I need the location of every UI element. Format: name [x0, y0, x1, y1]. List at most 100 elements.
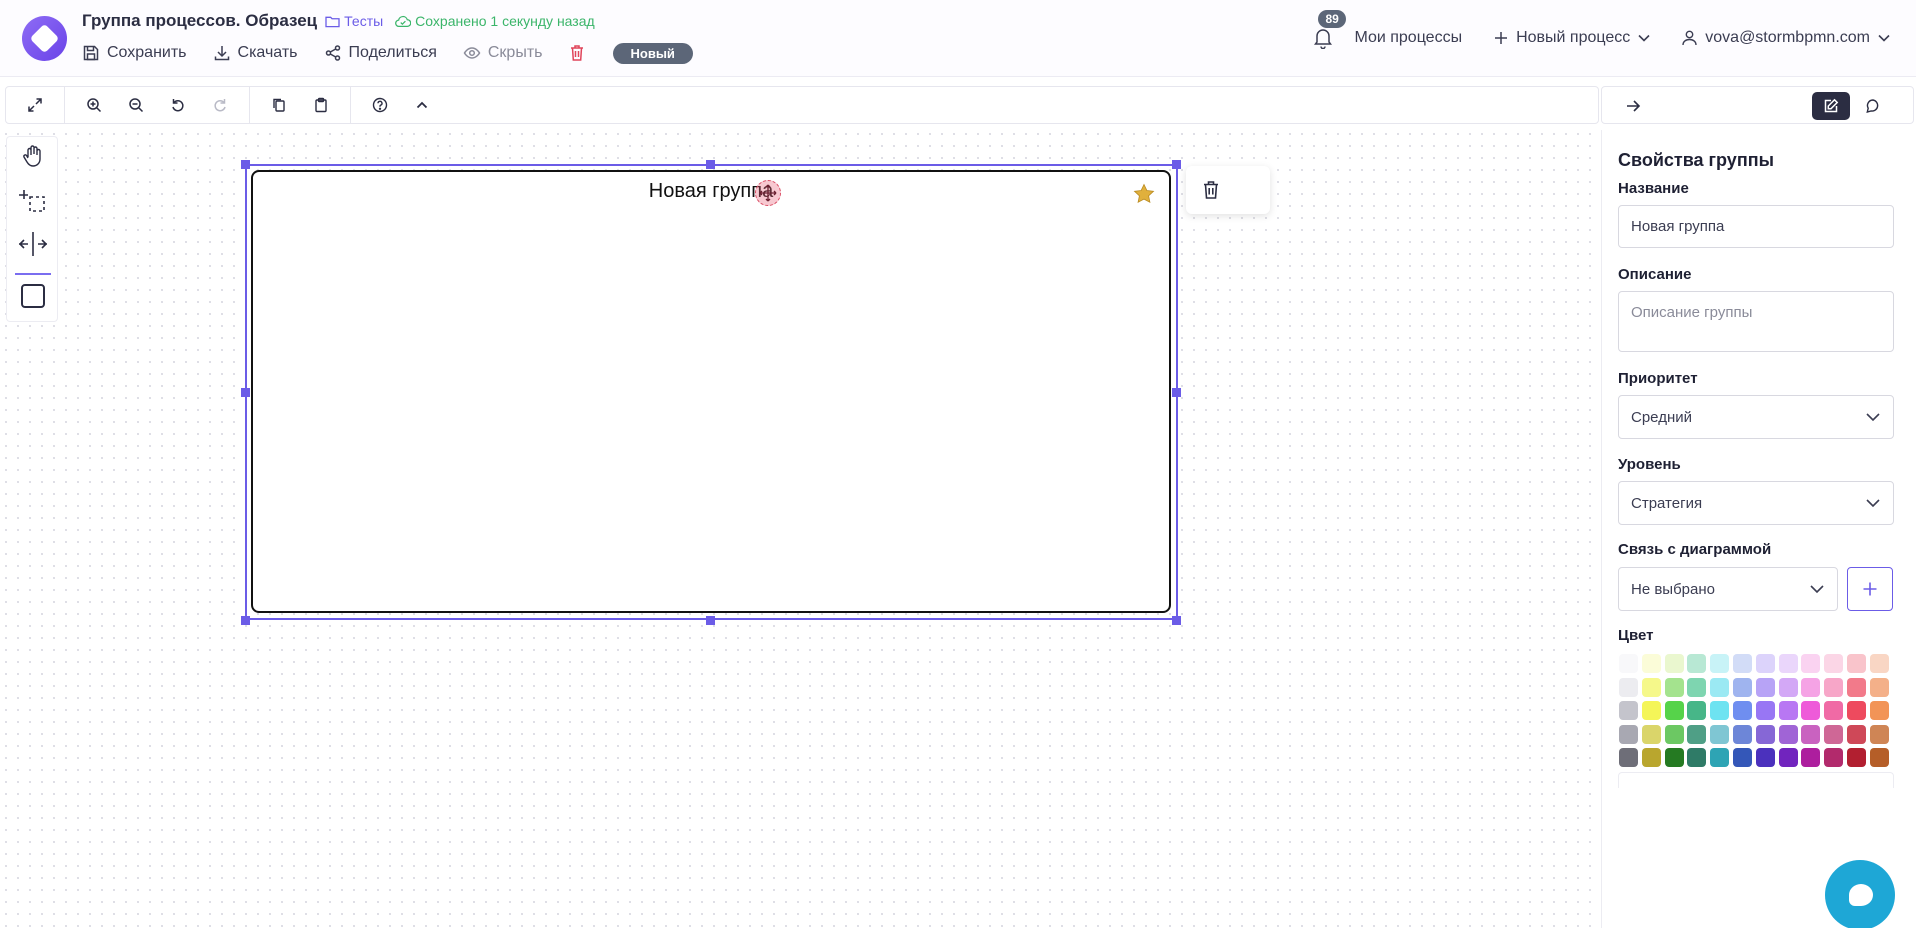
color-swatch[interactable]: [1801, 748, 1821, 768]
create-group-tool[interactable]: [18, 281, 48, 311]
color-swatch[interactable]: [1641, 724, 1661, 744]
color-swatch[interactable]: [1778, 701, 1798, 721]
color-swatch[interactable]: [1869, 701, 1889, 721]
color-swatch[interactable]: [1778, 677, 1798, 697]
paste-button[interactable]: [308, 92, 334, 118]
level-select[interactable]: Стратегия: [1618, 481, 1894, 525]
color-swatch[interactable]: [1755, 677, 1775, 697]
save-button[interactable]: Сохранить: [82, 44, 187, 62]
color-swatch[interactable]: [1824, 654, 1844, 673]
document-title[interactable]: Группа процессов. Образец: [82, 11, 317, 31]
color-swatch[interactable]: [1824, 748, 1844, 768]
color-swatch[interactable]: [1755, 748, 1775, 768]
color-swatch[interactable]: [1778, 748, 1798, 768]
custom-color-field[interactable]: [1618, 772, 1894, 788]
color-swatch[interactable]: [1755, 724, 1775, 744]
hide-button[interactable]: Скрыть: [463, 44, 543, 62]
color-swatch[interactable]: [1619, 677, 1638, 697]
delete-document-button[interactable]: [569, 44, 585, 62]
color-swatch[interactable]: [1687, 748, 1707, 768]
notifications-button[interactable]: 89: [1310, 10, 1346, 51]
diagram-link-select[interactable]: Не выбрано: [1618, 567, 1838, 611]
help-button[interactable]: [367, 92, 393, 118]
color-swatch[interactable]: [1732, 677, 1752, 697]
collapse-button[interactable]: [409, 92, 435, 118]
color-swatch[interactable]: [1641, 748, 1661, 768]
resize-handle[interactable]: [1172, 388, 1181, 397]
color-swatch[interactable]: [1710, 654, 1730, 673]
color-swatch[interactable]: [1619, 748, 1638, 768]
zoom-in-button[interactable]: [81, 92, 107, 118]
color-swatch[interactable]: [1755, 701, 1775, 721]
color-swatch[interactable]: [1687, 724, 1707, 744]
color-swatch[interactable]: [1619, 701, 1638, 721]
color-swatch[interactable]: [1619, 724, 1638, 744]
name-input[interactable]: [1618, 205, 1894, 248]
color-swatch[interactable]: [1641, 654, 1661, 673]
color-swatch[interactable]: [1846, 748, 1866, 768]
color-swatch[interactable]: [1664, 654, 1684, 673]
user-menu[interactable]: vova@stormbpmn.com: [1682, 29, 1890, 47]
close-panel-button[interactable]: [1620, 93, 1646, 119]
color-swatch[interactable]: [1824, 724, 1844, 744]
star-icon[interactable]: [1133, 183, 1155, 209]
description-input[interactable]: [1618, 291, 1894, 352]
resize-handle[interactable]: [241, 388, 250, 397]
support-chat-button[interactable]: [1825, 860, 1895, 928]
color-swatch[interactable]: [1846, 677, 1866, 697]
color-swatch[interactable]: [1619, 654, 1638, 673]
color-swatch[interactable]: [1778, 654, 1798, 673]
color-swatch[interactable]: [1801, 654, 1821, 673]
color-swatch[interactable]: [1824, 677, 1844, 697]
color-swatch[interactable]: [1824, 701, 1844, 721]
group-label[interactable]: Новая группа: [253, 180, 1169, 203]
color-swatch[interactable]: [1869, 677, 1889, 697]
color-swatch[interactable]: [1801, 701, 1821, 721]
resize-handle[interactable]: [1172, 616, 1181, 625]
lasso-tool[interactable]: [18, 185, 48, 215]
resize-handle[interactable]: [241, 616, 250, 625]
color-swatch[interactable]: [1710, 748, 1730, 768]
new-process-menu[interactable]: Новый процесс: [1494, 29, 1650, 47]
priority-select[interactable]: Средний: [1618, 395, 1894, 439]
color-swatch[interactable]: [1664, 748, 1684, 768]
color-swatch[interactable]: [1641, 677, 1661, 697]
add-diagram-link-button[interactable]: [1847, 567, 1893, 611]
color-swatch[interactable]: [1732, 654, 1752, 673]
edit-properties-tab[interactable]: [1812, 92, 1850, 120]
color-swatch[interactable]: [1710, 677, 1730, 697]
color-swatch[interactable]: [1846, 654, 1866, 673]
color-swatch[interactable]: [1641, 701, 1661, 721]
my-processes-link[interactable]: Мои процессы: [1354, 29, 1462, 47]
app-logo[interactable]: [22, 16, 67, 61]
resize-handle[interactable]: [1172, 160, 1181, 169]
hand-tool[interactable]: [18, 141, 48, 171]
delete-element-button[interactable]: [1198, 177, 1224, 203]
color-swatch[interactable]: [1801, 724, 1821, 744]
fullscreen-button[interactable]: [22, 92, 48, 118]
color-swatch[interactable]: [1869, 748, 1889, 768]
color-swatch[interactable]: [1664, 677, 1684, 697]
download-button[interactable]: Скачать: [213, 44, 298, 62]
color-swatch[interactable]: [1664, 724, 1684, 744]
color-swatch[interactable]: [1846, 701, 1866, 721]
resize-handle[interactable]: [706, 616, 715, 625]
color-swatch[interactable]: [1664, 701, 1684, 721]
resize-handle[interactable]: [706, 160, 715, 169]
color-swatch[interactable]: [1710, 724, 1730, 744]
color-swatch[interactable]: [1687, 701, 1707, 721]
color-swatch[interactable]: [1732, 724, 1752, 744]
space-tool[interactable]: [18, 229, 48, 259]
resize-handle[interactable]: [241, 160, 250, 169]
folder-link[interactable]: Тесты: [325, 13, 383, 29]
color-swatch[interactable]: [1687, 677, 1707, 697]
comments-tab[interactable]: [1860, 93, 1886, 119]
redo-button[interactable]: [207, 92, 233, 118]
process-group[interactable]: Новая группа: [251, 170, 1171, 613]
color-swatch[interactable]: [1732, 701, 1752, 721]
color-swatch[interactable]: [1755, 654, 1775, 673]
zoom-out-button[interactable]: [123, 92, 149, 118]
color-swatch[interactable]: [1710, 701, 1730, 721]
copy-button[interactable]: [266, 92, 292, 118]
color-swatch[interactable]: [1778, 724, 1798, 744]
